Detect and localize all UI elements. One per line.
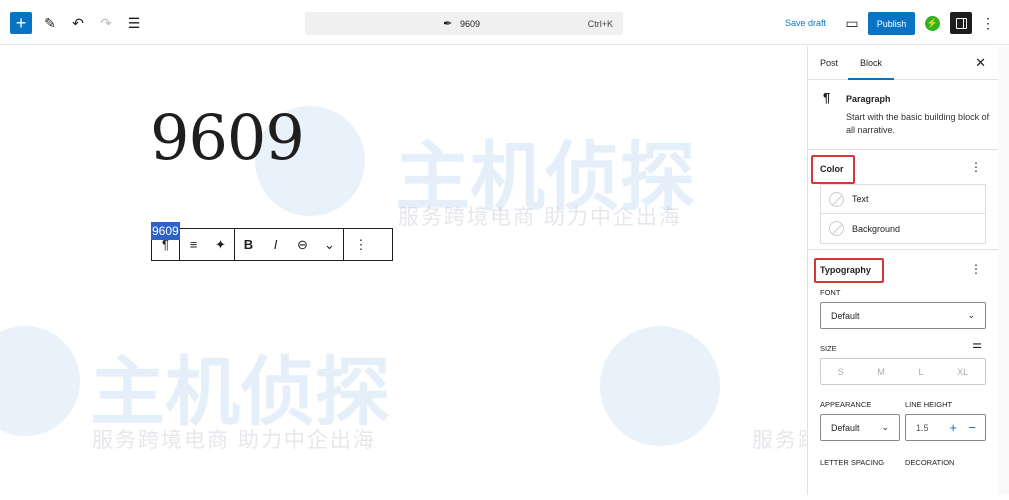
- bold-button[interactable]: B: [235, 237, 262, 252]
- undo-icon[interactable]: ↶: [68, 12, 88, 34]
- increment-icon[interactable]: +: [949, 420, 957, 435]
- block-toolbar: ¶ ≡ ✦ B I ⊖ ⌄ ⋮: [151, 228, 393, 261]
- tab-block[interactable]: Block: [848, 58, 895, 80]
- line-height-value: 1.5: [916, 422, 929, 433]
- more-options-icon[interactable]: ⋮: [980, 12, 996, 34]
- chevron-down-icon: ⌄: [881, 422, 889, 432]
- command-palette[interactable]: ✒ 9609 Ctrl+K: [305, 12, 623, 35]
- document-title: 9609: [460, 18, 481, 29]
- size-s[interactable]: S: [838, 367, 844, 377]
- watermark-slogan: 服务跨境电商 助力中企出海: [398, 206, 682, 229]
- size-xl[interactable]: XL: [957, 367, 968, 377]
- line-height-input[interactable]: 1.5 + −: [905, 414, 986, 441]
- chevron-down-icon: ⌄: [967, 310, 975, 320]
- size-picker: S M L XL: [820, 358, 986, 385]
- appearance-select[interactable]: Default ⌄: [820, 414, 900, 441]
- editor-header: + ✎ ↶ ↷ ☰ ✒ 9609 Ctrl+K Save draft ▭ Pub…: [0, 0, 1009, 45]
- paragraph-icon: ¶: [823, 90, 831, 105]
- settings-sidebar: Post Block ✕ ¶ Paragraph Start with the …: [807, 46, 998, 495]
- post-title[interactable]: 9609: [150, 101, 305, 174]
- watermark-logo: [0, 326, 80, 436]
- color-background-label: Background: [852, 223, 901, 234]
- save-draft-button[interactable]: Save draft: [785, 12, 826, 34]
- letter-spacing-label: LETTER SPACING: [820, 458, 885, 467]
- font-label: FONT: [820, 288, 841, 297]
- publish-button[interactable]: Publish: [868, 12, 915, 35]
- decrement-icon[interactable]: −: [968, 420, 976, 435]
- color-options-icon[interactable]: ⋮: [970, 160, 982, 174]
- preview-icon[interactable]: ▭: [843, 12, 861, 34]
- block-description: Start with the basic building block of a…: [846, 112, 990, 135]
- size-label: SIZE: [820, 344, 837, 353]
- color-text-label: Text: [852, 194, 869, 204]
- size-l[interactable]: L: [919, 367, 924, 377]
- empty-swatch-icon: [829, 221, 844, 236]
- tab-post[interactable]: Post: [820, 58, 838, 68]
- ai-sparkle-icon[interactable]: ✦: [207, 237, 234, 253]
- italic-button[interactable]: I: [262, 237, 289, 252]
- empty-swatch-icon: [829, 191, 844, 207]
- block-name: Paragraph: [846, 94, 891, 104]
- watermark-slogan: 服务跨境电商 助力中企出海: [92, 429, 376, 452]
- line-height-label: LINE HEIGHT: [905, 400, 953, 409]
- color-panel-title[interactable]: Color: [820, 164, 844, 174]
- color-panel: Color ⋮ Text Background: [808, 150, 998, 250]
- typography-panel-title[interactable]: Typography: [820, 265, 871, 275]
- paragraph-block[interactable]: 9609: [151, 222, 180, 240]
- font-select[interactable]: Default ⌄: [820, 302, 986, 329]
- jetpack-icon[interactable]: ⚡: [925, 16, 940, 31]
- link-icon[interactable]: ⊖: [289, 237, 316, 253]
- editor-canvas[interactable]: 主机侦探 服务跨境电商 助力中企出海 主机侦探 服务跨境电商 助力中企出海 服务…: [0, 46, 1009, 495]
- pencil-icon[interactable]: ✎: [40, 12, 60, 34]
- settings-sidebar-toggle[interactable]: [950, 12, 972, 34]
- appearance-value: Default: [831, 422, 860, 433]
- shortcut-hint: Ctrl+K: [587, 18, 613, 29]
- typography-panel: Typography ⋮ FONT Default ⌄ SIZE ⚌ S M L …: [808, 250, 998, 500]
- font-value: Default: [831, 310, 860, 321]
- watermark-logo: [600, 326, 720, 446]
- close-icon[interactable]: ✕: [975, 55, 986, 71]
- sidebar-icon: [955, 17, 967, 29]
- appearance-label: APPEARANCE: [820, 400, 872, 409]
- list-view-icon[interactable]: ☰: [124, 12, 144, 34]
- color-text-item[interactable]: Text: [821, 185, 985, 214]
- custom-size-icon[interactable]: ⚌: [972, 338, 982, 351]
- size-m[interactable]: M: [877, 367, 885, 377]
- redo-icon[interactable]: ↷: [96, 12, 116, 34]
- feather-icon: ✒: [443, 18, 453, 30]
- typography-options-icon[interactable]: ⋮: [970, 262, 982, 276]
- add-block-button[interactable]: +: [10, 12, 32, 34]
- align-icon[interactable]: ≡: [180, 237, 207, 252]
- chevron-down-icon[interactable]: ⌄: [316, 237, 343, 253]
- color-background-item[interactable]: Background: [821, 214, 985, 243]
- sidebar-scrollbar[interactable]: [998, 46, 1009, 495]
- decoration-label: DECORATION: [905, 458, 955, 467]
- options-icon[interactable]: ⋮: [344, 237, 378, 253]
